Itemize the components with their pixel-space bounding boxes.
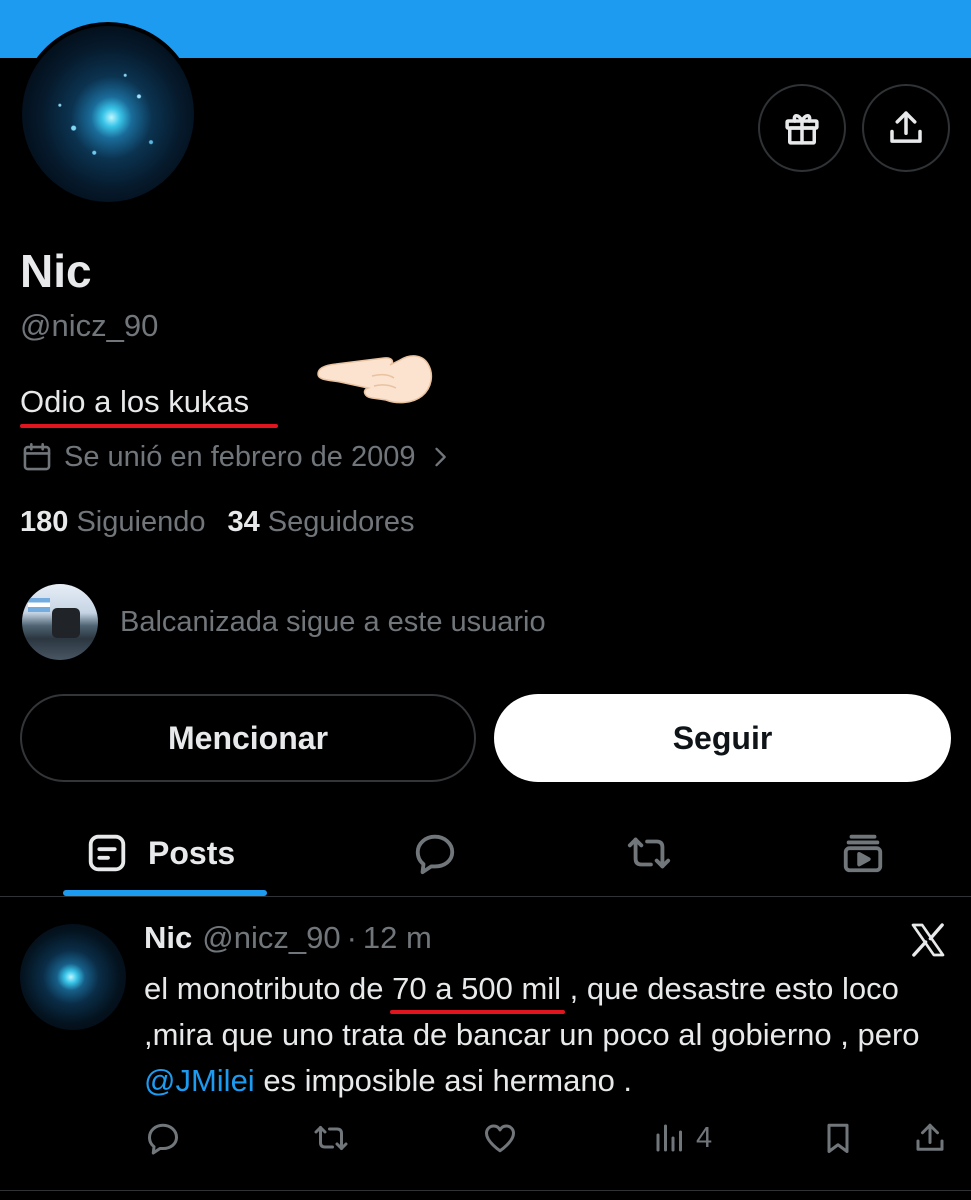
tab-reposts[interactable]: [626, 810, 672, 896]
tab-posts-label: Posts: [148, 834, 236, 871]
profile-handle: @nicz_90: [20, 308, 159, 343]
post-text[interactable]: el monotributo de 70 a 500 mil , que des…: [144, 966, 954, 1104]
views-button[interactable]: 4: [652, 1112, 712, 1164]
like-button[interactable]: [482, 1112, 518, 1164]
joined-date[interactable]: Se unió en febrero de 2009: [20, 440, 454, 474]
share-icon: [890, 111, 922, 143]
follow-button[interactable]: Seguir: [494, 694, 951, 782]
mention-button[interactable]: Mencionar: [20, 694, 476, 782]
calendar-icon: [23, 442, 51, 471]
share-icon: [916, 1123, 944, 1151]
reply-button[interactable]: [145, 1112, 181, 1164]
replies-icon: [415, 834, 455, 875]
post-author-handle[interactable]: @nicz_90: [202, 920, 340, 956]
tab-replies[interactable]: [412, 810, 458, 896]
post-text-part3: es imposible asi hermano .: [254, 1063, 633, 1098]
bookmark-button[interactable]: [820, 1112, 856, 1164]
post-author-name[interactable]: Nic: [144, 920, 192, 956]
post-mention-link[interactable]: @JMilei: [144, 1063, 255, 1098]
media-icon: [843, 834, 883, 873]
share-post-button[interactable]: [912, 1112, 948, 1164]
posts-icon: [88, 834, 126, 872]
x-logo-icon: [911, 923, 945, 957]
following-count: 180: [20, 506, 69, 538]
bookmark-icon: [827, 1123, 849, 1153]
reposts-icon: [627, 837, 671, 869]
gift-icon: [785, 114, 819, 145]
following-link[interactable]: 180 Siguiendo: [20, 506, 205, 539]
tab-media[interactable]: [840, 810, 886, 896]
post-divider: [0, 1190, 971, 1191]
pointing-hand-icon: [317, 355, 433, 404]
post-highlighted-amount: 70 a 500 mil: [392, 971, 562, 1006]
joined-date-text: Se unió en febrero de 2009: [64, 440, 416, 473]
views-icon: [656, 1124, 682, 1152]
post-separator: ·: [346, 920, 357, 955]
follow-stats: 180 Siguiendo 34 Seguidores: [20, 506, 415, 539]
reply-icon: [148, 1123, 178, 1155]
repost-icon: [314, 1126, 348, 1150]
share-profile-button[interactable]: [862, 84, 950, 172]
profile-tabs: Posts: [0, 810, 971, 896]
followers-label: Seguidores: [267, 506, 415, 538]
follower-avatar[interactable]: [22, 584, 98, 660]
profile-name: Nic: [20, 245, 92, 297]
heart-icon: [485, 1124, 515, 1153]
views-count: 4: [696, 1121, 713, 1154]
followed-by-text: Balcanizada sigue a este usuario: [120, 605, 546, 638]
profile-bio: Odio a los kukas: [20, 384, 250, 419]
bio-annotation-underline: [20, 424, 278, 428]
gift-button[interactable]: [758, 84, 846, 172]
chevron-right-icon: [434, 447, 446, 467]
followers-count: 34: [227, 506, 260, 538]
tab-posts[interactable]: Posts: [84, 810, 235, 896]
following-label: Siguiendo: [76, 506, 206, 538]
followers-link[interactable]: 34 Seguidores: [227, 506, 414, 539]
tabs-divider: [0, 896, 971, 897]
repost-button[interactable]: [313, 1112, 349, 1164]
post-avatar[interactable]: [20, 924, 126, 1030]
post-header: Nic @nicz_90 · 12 m: [144, 920, 432, 956]
post-text-part1: el monotributo de: [144, 971, 393, 1006]
post-timestamp[interactable]: 12 m: [363, 920, 432, 956]
profile-avatar[interactable]: [18, 22, 198, 206]
followed-by-row[interactable]: Balcanizada sigue a este usuario: [22, 584, 546, 660]
post-actions: 4: [0, 1112, 971, 1164]
